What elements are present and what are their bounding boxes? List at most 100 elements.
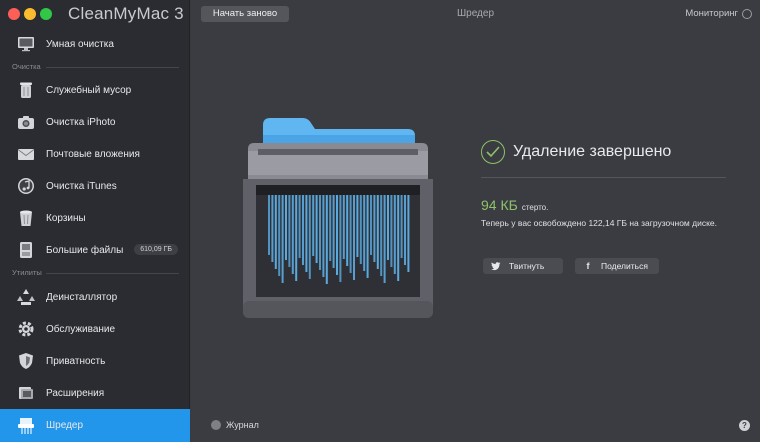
page-title: Шредер [456,8,495,19]
camera-icon [16,112,36,132]
share-button[interactable]: f Поделиться [575,258,659,274]
shred-strip [359,195,362,264]
help-button[interactable]: ? [739,420,750,431]
shred-strip [291,195,294,274]
shred-strip [336,195,338,275]
close-window-button[interactable] [8,8,20,20]
extensions-icon [16,383,36,403]
shred-strip [319,195,321,270]
shred-strip [404,195,406,265]
sidebar: CleanMyMac 3 Умная очистка Очистка Служе… [0,0,190,442]
sidebar-item-label: Обслуживание [46,323,116,335]
status-title: Удаление завершено [513,143,672,160]
sidebar-item-label: Деинсталлятор [46,291,118,303]
trash-bin-icon [16,80,36,100]
shred-strip [268,195,270,255]
minimize-window-button[interactable] [24,8,36,20]
shred-strip [315,195,318,263]
sidebar-item-label: Приватность [46,355,106,367]
app-title: CleanMyMac 3 [68,4,184,23]
sidebar-item-system-junk[interactable]: Служебный мусор [0,74,190,106]
shred-strip [305,195,308,272]
sidebar-item-label: Корзины [46,212,86,224]
zoom-window-button[interactable] [40,8,52,20]
monitoring-button[interactable]: Мониторинг [685,8,738,19]
list-icon [211,420,221,430]
shred-strip [308,195,311,279]
shred-strip [274,195,277,269]
shred-strip [376,195,379,269]
music-note-icon [16,176,36,196]
hard-drive-icon [16,240,36,260]
shred-strip [288,195,291,267]
shredder-icon [16,416,36,436]
shred-strip [322,195,325,277]
sidebar-item-label: Умная очистка [46,38,114,50]
tweet-button[interactable]: Твитнуть [483,258,563,274]
shred-strip [278,195,281,276]
shred-strip [370,195,372,255]
shred-strip [332,195,335,268]
sidebar-item-iphoto[interactable]: Очистка iPhoto [0,106,190,138]
trash-icon [16,208,36,228]
sidebar-item-mail-attachments[interactable]: Почтовые вложения [0,138,190,170]
sidebar-item-label: Служебный мусор [46,84,132,96]
shred-strip [312,195,315,256]
sidebar-item-label: Почтовые вложения [46,148,140,160]
sidebar-item-label: Большие файлы [46,244,124,256]
sidebar-item-shredder[interactable]: Шредер [0,409,190,442]
section-label-cleanup: Очистка [12,62,41,71]
shred-strip [407,195,410,272]
sidebar-item-itunes[interactable]: Очистка iTunes [0,170,190,202]
shred-strip [298,195,301,258]
shred-strip [339,195,342,282]
shred-strip [383,195,386,283]
window-titlebar: CleanMyMac 3 [0,0,190,28]
freed-description: Теперь у вас освобождено 122,14 ГБ на за… [481,218,717,228]
sidebar-item-uninstaller[interactable]: Деинсталлятор [0,281,190,313]
toolbar: Начать заново Шредер Мониторинг [191,0,760,28]
uninstaller-icon [16,287,36,307]
shred-strip [342,195,345,259]
shredder-illustration [238,115,438,320]
shred-strip [356,195,359,257]
sidebar-item-label: Расширения [46,387,105,399]
sidebar-item-privacy[interactable]: Приватность [0,345,190,377]
shred-strip [325,195,328,284]
shred-strip [393,195,396,274]
twitter-icon [491,261,501,271]
sidebar-item-label: Очистка iTunes [46,180,117,192]
facebook-icon: f [586,261,590,271]
sidebar-item-smart-cleanup[interactable]: Умная очистка [0,28,190,60]
gauge-icon[interactable] [742,9,752,19]
journal-button[interactable]: Журнал [211,420,259,430]
large-files-size-badge: 610,09 ГБ [134,244,178,255]
envelope-icon [16,144,36,164]
shred-strip [329,195,332,261]
sidebar-item-maintenance[interactable]: Обслуживание [0,313,190,345]
shred-strip [281,195,284,283]
sidebar-item-label: Шредер [46,420,84,431]
sidebar-item-trash-bins[interactable]: Корзины [0,202,190,234]
shred-strip [346,195,349,266]
sidebar-item-large-files[interactable]: Большие файлы 610,09 ГБ [0,234,190,266]
freed-size-value: 94 КБ [481,197,518,213]
journal-label: Журнал [226,420,259,430]
freed-size: 94 КБ стерто. [481,197,548,215]
check-icon [481,140,505,164]
shred-strip [285,195,287,260]
shred-strip [390,195,393,267]
shred-strip [400,195,403,258]
section-label-utilities: Утилиты [12,268,42,277]
main-panel: Начать заново Шредер Мониторинг Удаление… [191,0,760,442]
sidebar-item-label: Очистка iPhoto [46,116,116,128]
shred-strip [380,195,383,276]
shred-strip [397,195,400,281]
section-divider [46,273,179,274]
status-divider [481,177,726,178]
share-label: Поделиться [601,261,648,271]
sidebar-item-extensions[interactable]: Расширения [0,377,190,409]
shred-strip [373,195,376,262]
shred-strip [295,195,298,281]
erased-label: стерто. [521,203,549,212]
